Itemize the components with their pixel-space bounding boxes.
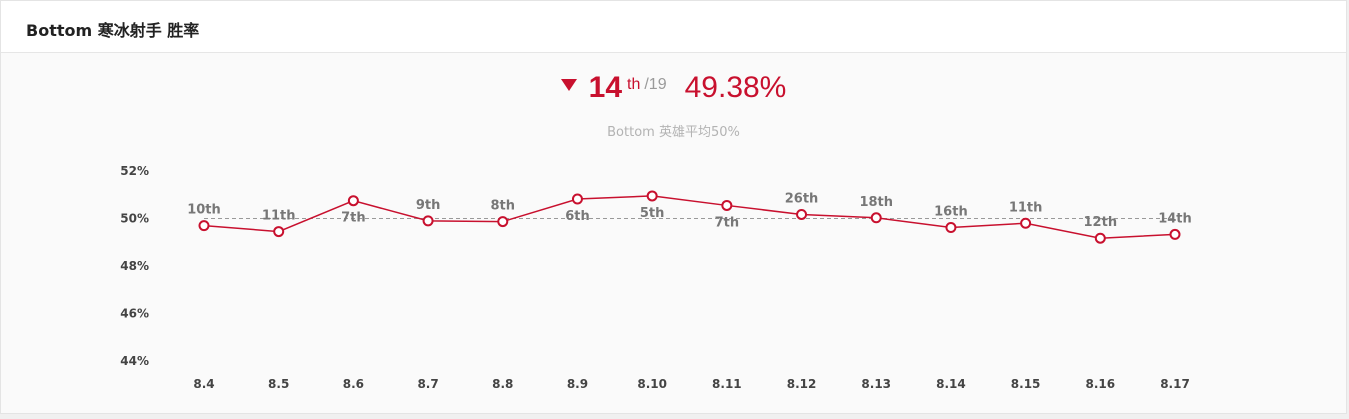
x-tick-label: 8.4 xyxy=(193,377,214,391)
x-tick-label: 8.8 xyxy=(492,377,513,391)
x-tick-label: 8.9 xyxy=(567,377,588,391)
rank-label: 18th xyxy=(859,195,893,210)
data-point xyxy=(273,226,285,238)
rank-label: 12th xyxy=(1084,215,1118,230)
y-tick-label: 48% xyxy=(120,259,149,273)
x-tick-label: 8.16 xyxy=(1086,377,1116,391)
data-point xyxy=(1094,232,1106,244)
winrate-card: Bottom 寒冰射手 胜率 14th/19 49.38% Bottom 英雄平均… xyxy=(0,0,1347,414)
x-tick-label: 8.7 xyxy=(417,377,438,391)
rank-label: 9th xyxy=(416,198,441,213)
y-tick-label: 52% xyxy=(120,164,149,178)
x-tick-label: 8.12 xyxy=(787,377,817,391)
data-point xyxy=(1020,217,1032,229)
data-point xyxy=(646,190,658,202)
rank-label: 8th xyxy=(491,199,516,214)
data-point xyxy=(198,220,210,232)
rank-label: 7th xyxy=(715,215,740,230)
data-point xyxy=(1169,228,1181,240)
x-tick-label: 8.14 xyxy=(936,377,966,391)
y-tick-label: 50% xyxy=(120,212,149,226)
data-point xyxy=(721,199,733,211)
data-point xyxy=(796,208,808,220)
winrate-line-chart: 52% 50% 48% 46% 44% 8.4 8.5 8.6 8.7 8.8 8.9 8.10 8.1… xyxy=(120,164,1192,391)
rank-label: 5th xyxy=(640,206,665,221)
rank-label: 11th xyxy=(1009,200,1043,215)
data-point xyxy=(422,215,434,227)
x-tick-label: 8.17 xyxy=(1160,377,1190,391)
rank-label: 11th xyxy=(262,209,296,224)
x-tick-label: 8.10 xyxy=(637,377,667,391)
data-point xyxy=(945,222,957,234)
rank-label: 6th xyxy=(565,209,590,224)
y-tick-label: 44% xyxy=(120,354,149,368)
data-point xyxy=(571,193,583,205)
rank-label: 10th xyxy=(187,203,221,218)
rank-label: 16th xyxy=(934,205,968,220)
rank-label: 7th xyxy=(341,211,366,226)
data-point xyxy=(870,212,882,224)
rank-label: 14th xyxy=(1158,211,1192,226)
y-tick-label: 46% xyxy=(120,307,149,321)
x-tick-label: 8.5 xyxy=(268,377,289,391)
x-tick-label: 8.6 xyxy=(343,377,364,391)
x-tick-label: 8.13 xyxy=(861,377,891,391)
x-tick-label: 8.11 xyxy=(712,377,742,391)
rank-label: 26th xyxy=(785,191,819,206)
x-tick-label: 8.15 xyxy=(1011,377,1041,391)
data-point xyxy=(347,195,359,207)
data-point xyxy=(497,216,509,228)
